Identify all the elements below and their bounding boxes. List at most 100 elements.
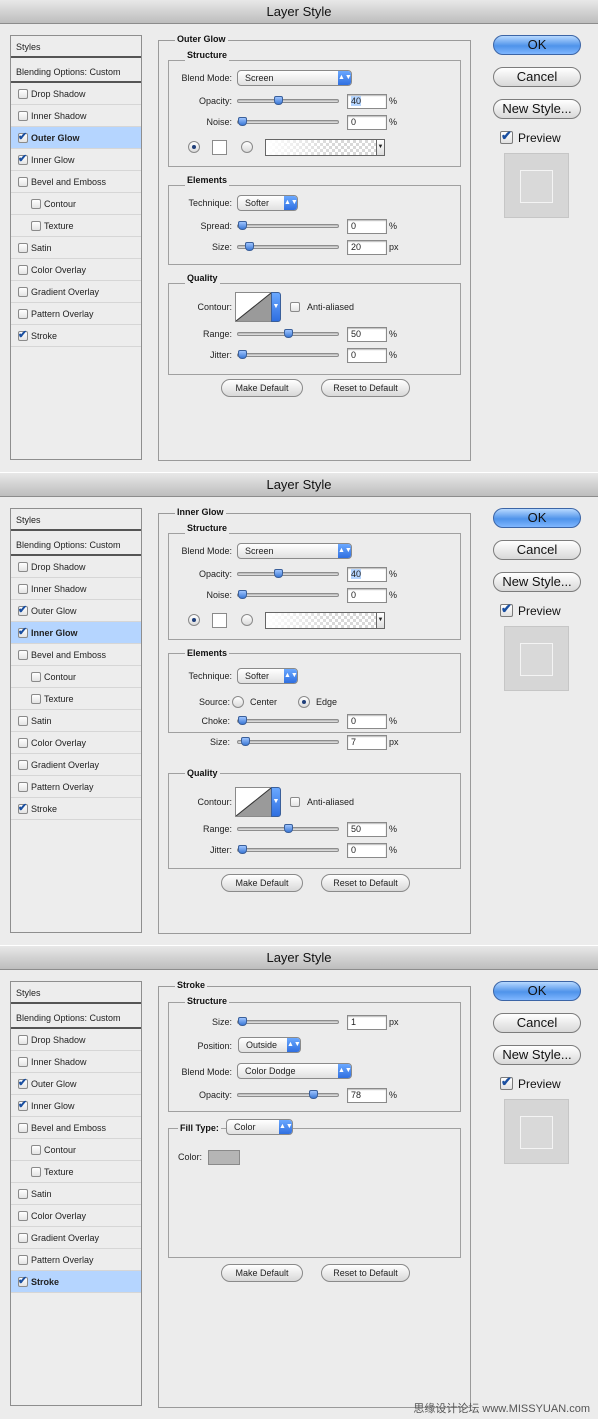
make-default-button[interactable]: Make Default — [221, 874, 303, 892]
color-radio[interactable] — [188, 614, 200, 626]
checkbox-stroke[interactable]: ✔ — [18, 1275, 28, 1287]
glow-color-swatch[interactable] — [212, 140, 227, 155]
reset-default-button[interactable]: Reset to Default — [321, 874, 410, 892]
color-radio[interactable] — [188, 141, 200, 153]
checkbox-bevel-emboss[interactable] — [18, 650, 28, 660]
noise-input[interactable]: 0 — [347, 588, 387, 603]
spread-slider[interactable] — [237, 221, 339, 230]
cancel-button[interactable]: Cancel — [493, 1013, 581, 1033]
new-style-button[interactable]: New Style... — [493, 1045, 581, 1065]
slider-thumb[interactable] — [238, 845, 247, 854]
sidebar-item-stroke[interactable]: ✔ Stroke — [11, 798, 141, 820]
checkbox-contour[interactable] — [31, 672, 41, 682]
checkbox-color-overlay[interactable] — [18, 738, 28, 748]
sidebar-item-pattern-overlay[interactable]: Pattern Overlay — [11, 776, 141, 798]
styles-header[interactable]: Styles — [11, 982, 141, 1004]
sidebar-item-drop-shadow[interactable]: Drop Shadow — [11, 556, 141, 578]
noise-input[interactable]: 0 — [347, 115, 387, 130]
jitter-slider[interactable] — [237, 350, 339, 359]
cancel-button[interactable]: Cancel — [493, 67, 581, 87]
jitter-input[interactable]: 0 — [347, 843, 387, 858]
new-style-button[interactable]: New Style... — [493, 99, 581, 119]
checkbox-bevel-emboss[interactable] — [18, 1123, 28, 1133]
styles-header[interactable]: Styles — [11, 36, 141, 58]
checkbox-inner-glow[interactable]: ✔ — [18, 1099, 28, 1111]
sidebar-item-outer-glow[interactable]: ✔ Outer Glow — [11, 600, 141, 622]
size-slider[interactable] — [237, 1017, 339, 1026]
sidebar-item-satin[interactable]: Satin — [11, 1183, 141, 1205]
sidebar-item-inner-shadow[interactable]: Inner Shadow — [11, 1051, 141, 1073]
slider-thumb[interactable] — [238, 590, 247, 599]
slider-thumb[interactable] — [245, 242, 254, 251]
position-select[interactable]: Outside ▲▼ — [238, 1037, 301, 1053]
checkbox-drop-shadow[interactable] — [18, 89, 28, 99]
sidebar-item-bevel-emboss[interactable]: Bevel and Emboss — [11, 1117, 141, 1139]
checkbox-texture[interactable] — [31, 1167, 41, 1177]
ok-button[interactable]: OK — [493, 35, 581, 55]
checkbox-satin[interactable] — [18, 243, 28, 253]
size-input[interactable]: 20 — [347, 240, 387, 255]
sidebar-item-contour[interactable]: Contour — [11, 666, 141, 688]
sidebar-item-contour[interactable]: Contour — [11, 1139, 141, 1161]
sidebar-item-inner-glow[interactable]: ✔ Inner Glow — [11, 149, 141, 171]
size-input[interactable]: 1 — [347, 1015, 387, 1030]
sidebar-item-gradient-overlay[interactable]: Gradient Overlay — [11, 1227, 141, 1249]
noise-slider[interactable] — [237, 590, 339, 599]
sidebar-item-inner-shadow[interactable]: Inner Shadow — [11, 105, 141, 127]
styles-header[interactable]: Styles — [11, 509, 141, 531]
sidebar-item-satin[interactable]: Satin — [11, 710, 141, 732]
sidebar-item-gradient-overlay[interactable]: Gradient Overlay — [11, 754, 141, 776]
checkbox-inner-glow[interactable]: ✔ — [18, 153, 28, 165]
preview-checkbox[interactable]: ✔ — [500, 601, 513, 617]
checkbox-inner-shadow[interactable] — [18, 111, 28, 121]
checkbox-contour[interactable] — [31, 1145, 41, 1155]
gradient-picker[interactable]: ▼ — [265, 139, 385, 156]
sidebar-item-contour[interactable]: Contour — [11, 193, 141, 215]
sidebar-item-stroke[interactable]: ✔ Stroke — [11, 1271, 141, 1293]
dropdown-arrow-icon[interactable]: ▼ — [271, 292, 281, 322]
technique-select[interactable]: Softer ▲▼ — [237, 668, 298, 684]
slider-thumb[interactable] — [274, 96, 283, 105]
range-input[interactable]: 50 — [347, 822, 387, 837]
size-input[interactable]: 7 — [347, 735, 387, 750]
slider-thumb[interactable] — [238, 221, 247, 230]
checkbox-texture[interactable] — [31, 694, 41, 704]
checkbox-bevel-emboss[interactable] — [18, 177, 28, 187]
jitter-slider[interactable] — [237, 845, 339, 854]
contour-picker[interactable]: ▼ — [235, 787, 281, 817]
source-center-radio[interactable] — [232, 696, 244, 708]
sidebar-item-satin[interactable]: Satin — [11, 237, 141, 259]
range-slider[interactable] — [237, 329, 339, 338]
spread-input[interactable]: 0 — [347, 219, 387, 234]
fill-type-select[interactable]: Color ▲▼ — [226, 1119, 293, 1135]
sidebar-item-gradient-overlay[interactable]: Gradient Overlay — [11, 281, 141, 303]
slider-thumb[interactable] — [274, 569, 283, 578]
blend-mode-select[interactable]: Screen ▲▼ — [237, 70, 352, 86]
checkbox-color-overlay[interactable] — [18, 265, 28, 275]
range-input[interactable]: 50 — [347, 327, 387, 342]
opacity-input[interactable]: 40 — [347, 94, 387, 109]
sidebar-item-texture[interactable]: Texture — [11, 1161, 141, 1183]
technique-select[interactable]: Softer ▲▼ — [237, 195, 298, 211]
sidebar-item-color-overlay[interactable]: Color Overlay — [11, 732, 141, 754]
contour-picker[interactable]: ▼ — [235, 292, 281, 322]
sidebar-item-inner-shadow[interactable]: Inner Shadow — [11, 578, 141, 600]
checkbox-gradient-overlay[interactable] — [18, 287, 28, 297]
checkbox-texture[interactable] — [31, 221, 41, 231]
preview-checkbox[interactable]: ✔ — [500, 128, 513, 144]
sidebar-item-outer-glow[interactable]: ✔ Outer Glow — [11, 1073, 141, 1095]
sidebar-item-texture[interactable]: Texture — [11, 688, 141, 710]
noise-slider[interactable] — [237, 117, 339, 126]
stroke-color-swatch[interactable] — [208, 1150, 240, 1165]
slider-thumb[interactable] — [238, 350, 247, 359]
checkbox-outer-glow[interactable]: ✔ — [18, 131, 28, 143]
checkbox-pattern-overlay[interactable] — [18, 782, 28, 792]
opacity-input[interactable]: 78 — [347, 1088, 387, 1103]
opacity-slider[interactable] — [237, 96, 339, 105]
ok-button[interactable]: OK — [493, 508, 581, 528]
jitter-input[interactable]: 0 — [347, 348, 387, 363]
anti-aliased-checkbox[interactable] — [290, 797, 300, 807]
checkbox-inner-glow[interactable]: ✔ — [18, 626, 28, 638]
slider-thumb[interactable] — [238, 1017, 247, 1026]
source-edge-radio[interactable] — [298, 696, 310, 708]
